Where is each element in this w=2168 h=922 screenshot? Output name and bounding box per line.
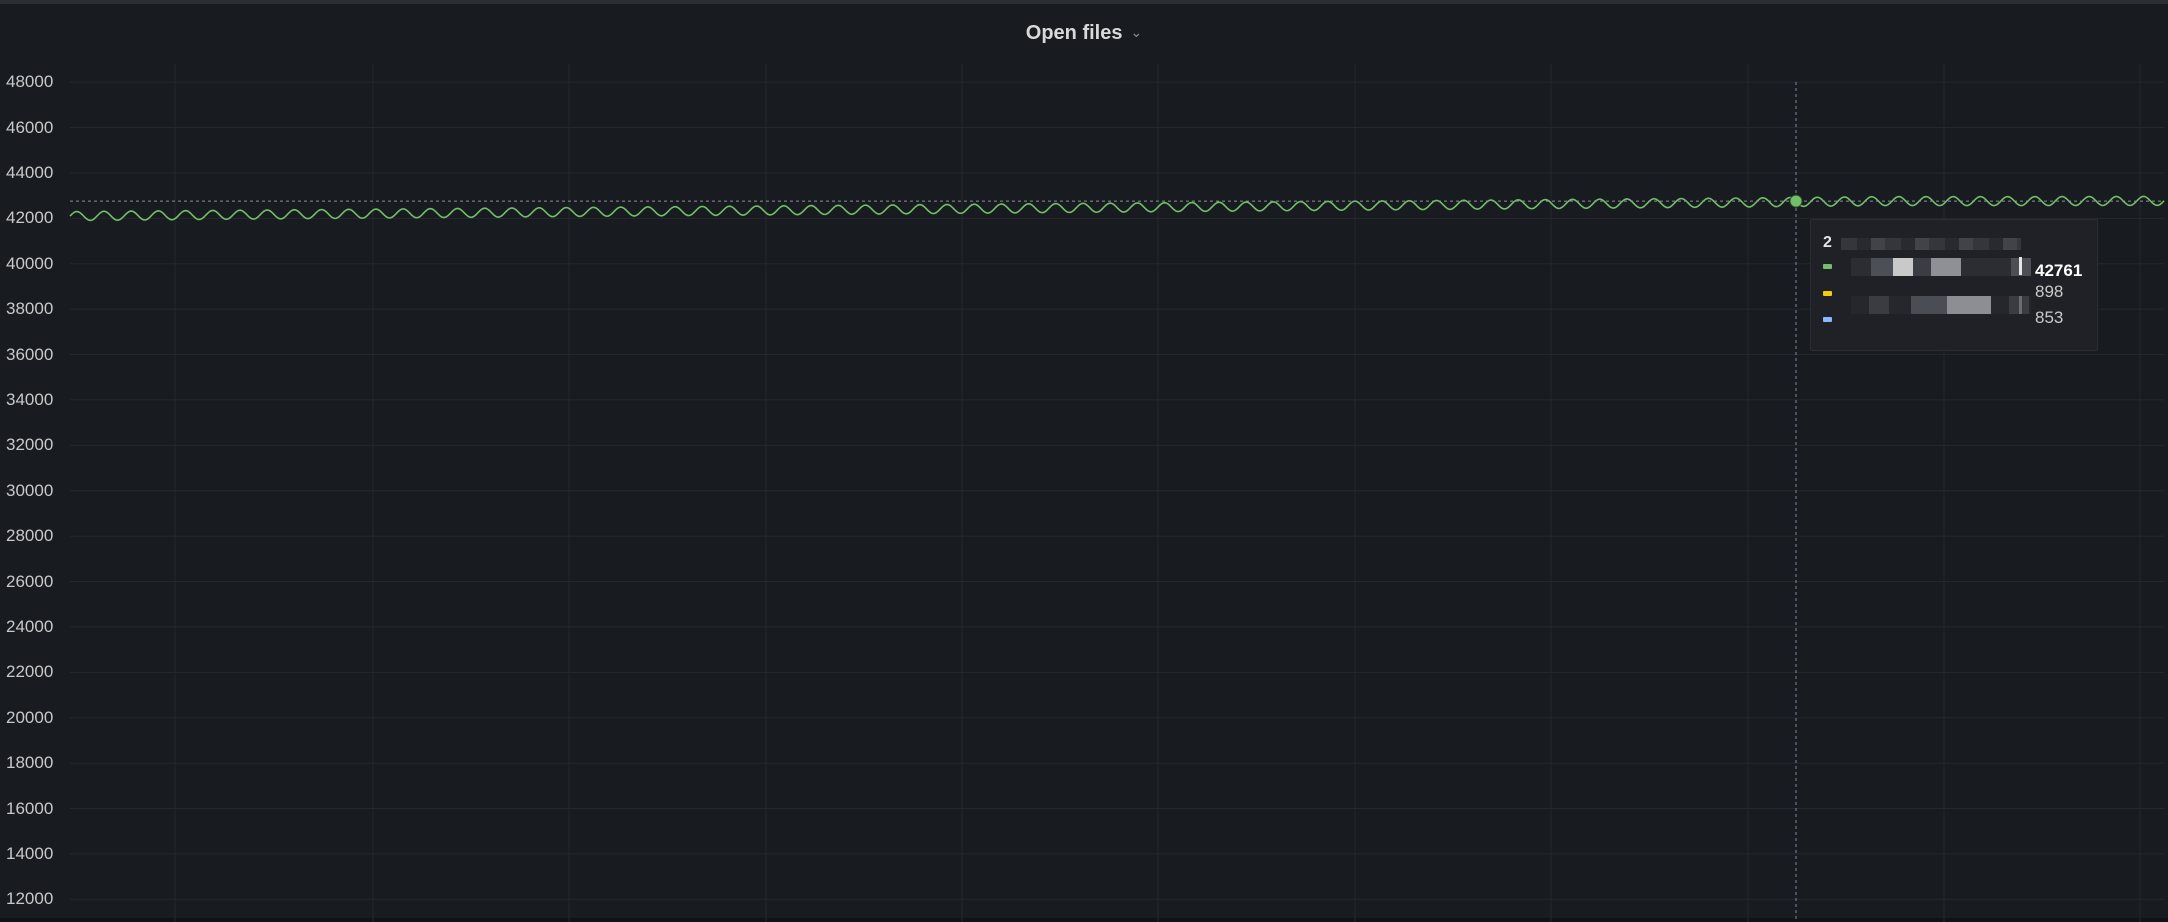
tooltip-title: 2	[1823, 234, 1832, 251]
tooltip-separator	[2019, 296, 2022, 314]
series-value: 42761	[2035, 261, 2083, 280]
series-color-swatch	[1823, 264, 1832, 269]
series-line	[69, 195, 2165, 222]
series-color-swatch	[1823, 291, 1832, 296]
hover-point	[1789, 194, 1803, 208]
tooltip-title-redacted	[1841, 238, 2021, 250]
series-name-redacted	[1851, 258, 2031, 276]
series-value: 898	[2035, 282, 2064, 301]
tooltip: 2 42761 898 853	[1810, 219, 2098, 351]
series-value: 853	[2035, 308, 2064, 327]
series-color-swatch	[1823, 317, 1832, 322]
graph-panel: Open files ⌄ 48000 46000 44000 42000 40000 380…	[0, 0, 2168, 922]
series-name-redacted	[1851, 296, 2031, 314]
tooltip-row: 42761	[1811, 253, 2097, 280]
plot-area[interactable]	[0, 4, 2168, 922]
tooltip-row: 853	[1811, 296, 2097, 332]
tooltip-separator	[2019, 257, 2022, 275]
